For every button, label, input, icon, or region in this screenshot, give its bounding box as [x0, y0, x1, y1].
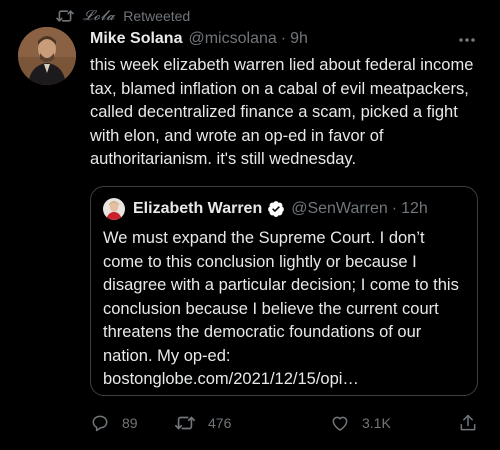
author-handle[interactable]: @micsolana [188, 30, 276, 48]
quoted-author-name: Elizabeth Warren [133, 200, 263, 217]
quoted-tweet-text: We must expand the Supreme Court. I don’… [103, 227, 467, 392]
quoted-tweet-timestamp: 12h [401, 200, 428, 217]
separator-dot: · [391, 200, 398, 217]
author-avatar[interactable] [18, 27, 76, 85]
share-icon [458, 413, 478, 433]
separator-dot: · [280, 30, 287, 47]
quoted-author-handle: @SenWarren [291, 200, 388, 217]
quoted-tweet-link[interactable]: bostonglobe.com/2021/12/15/opi… [103, 368, 467, 392]
quoted-author-avatar [103, 198, 125, 220]
tweet-author-row: Mike Solana @micsolana · 9h [90, 30, 482, 48]
tweet-timestamp[interactable]: 9h [290, 30, 308, 48]
like-count: 3.1K [362, 415, 391, 431]
quoted-tweet-card[interactable]: Elizabeth Warren @SenWarren · 12h We mus… [90, 186, 478, 396]
retweet-icon [55, 8, 75, 24]
verified-badge-icon [267, 200, 285, 218]
reply-button[interactable]: 89 [90, 413, 138, 433]
retweet-icon [174, 413, 196, 433]
like-button[interactable]: 3.1K [330, 413, 391, 433]
retweet-header: 𝓛𝓸𝓵𝓪 Retweeted [55, 6, 190, 26]
reply-count: 89 [122, 415, 138, 431]
quoted-tweet-body: We must expand the Supreme Court. I don’… [103, 229, 459, 365]
retweet-label: Retweeted [123, 8, 191, 24]
share-button[interactable] [458, 413, 478, 433]
retweet-button[interactable]: 476 [174, 413, 231, 433]
reply-icon [90, 413, 110, 433]
quoted-tweet-header: Elizabeth Warren @SenWarren · 12h [103, 198, 467, 220]
more-horizontal-icon[interactable] [456, 30, 478, 50]
heart-icon [330, 413, 350, 433]
retweeter-name[interactable]: 𝓛𝓸𝓵𝓪 [83, 8, 115, 24]
tweet-text: this week elizabeth warren lied about fe… [90, 56, 474, 168]
author-name[interactable]: Mike Solana [90, 30, 182, 48]
retweet-count: 476 [208, 415, 232, 431]
tweet-action-bar: 89 476 3.1K [90, 413, 490, 435]
